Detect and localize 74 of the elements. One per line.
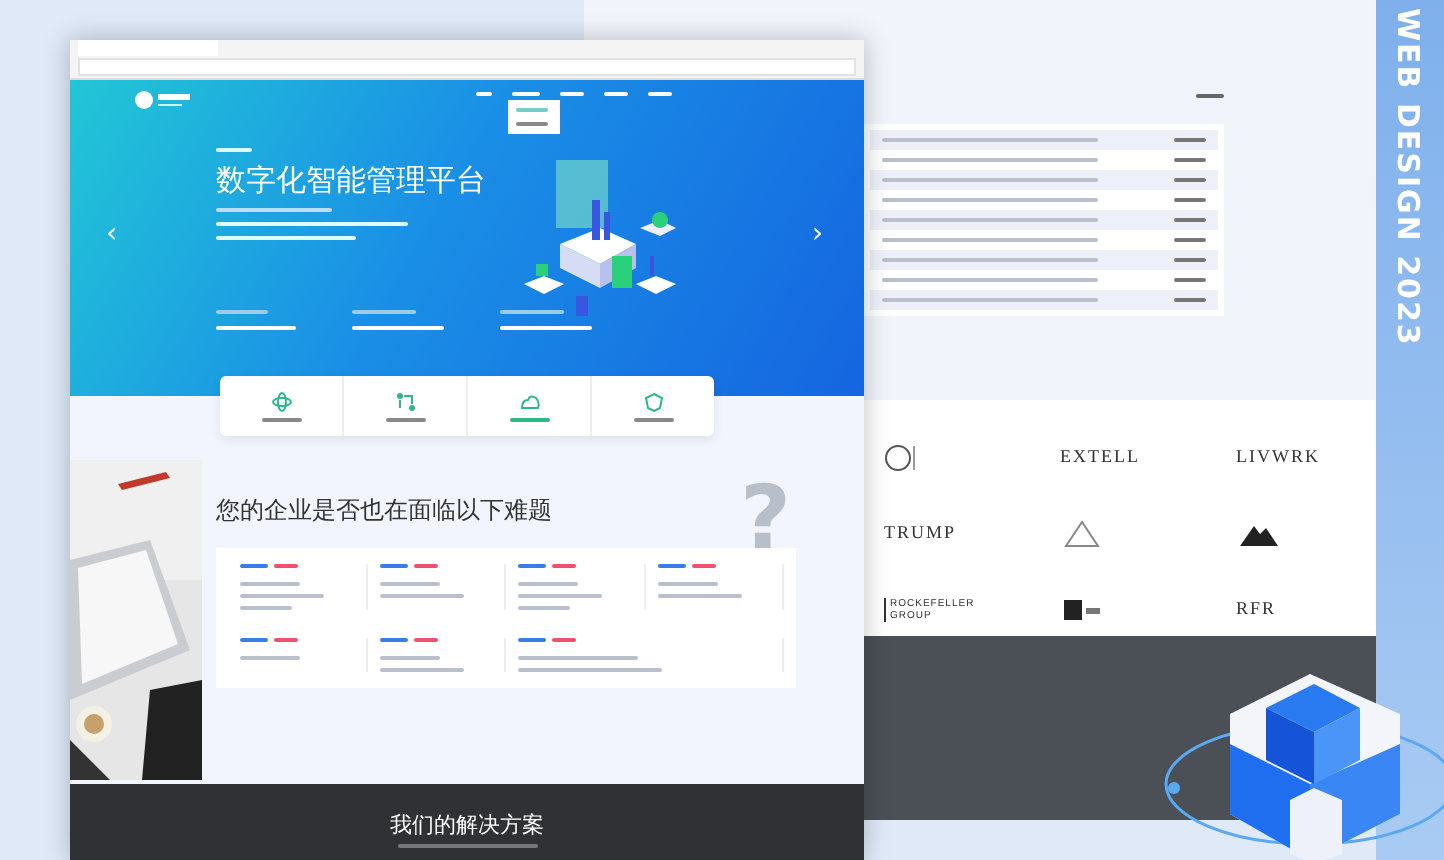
text-line (413, 564, 437, 569)
text-line (518, 564, 546, 569)
text-line (518, 594, 602, 599)
text-line (240, 656, 300, 661)
nav-link[interactable] (604, 92, 628, 96)
brand-logo-icon (134, 90, 190, 110)
shield-icon (643, 391, 663, 411)
text-line (552, 638, 576, 643)
text-line (216, 326, 296, 330)
text-line (1174, 158, 1206, 162)
partner-logo-icon (1060, 594, 1104, 626)
text-line (413, 638, 437, 643)
text-line (657, 582, 717, 587)
text-line (518, 668, 662, 673)
text-line (274, 638, 298, 643)
previous-slide-button[interactable]: ‹ (106, 220, 118, 248)
section-title: 我们的解决方案 (390, 812, 544, 839)
flow-icon (395, 391, 415, 411)
text-line (274, 564, 298, 569)
text-line (240, 606, 292, 611)
text-line (1174, 278, 1206, 282)
text-line (216, 208, 332, 212)
text-line (240, 582, 300, 587)
text-line (1174, 258, 1206, 262)
text-line (379, 656, 439, 661)
text-line (216, 310, 268, 314)
text-line (1196, 94, 1224, 98)
partner-logo: TRUMP (884, 520, 959, 547)
text-line (352, 326, 444, 330)
text-line (516, 108, 548, 112)
text-line (518, 656, 638, 661)
text-line (552, 564, 576, 569)
partner-logo: RFR (1236, 596, 1279, 623)
next-slide-button[interactable]: › (812, 220, 824, 248)
nav-link[interactable] (512, 92, 540, 96)
nav-link[interactable] (560, 92, 584, 96)
side-label: WEB DESIGN 2023 (1390, 8, 1428, 347)
text-line (1174, 198, 1206, 202)
text-line (691, 564, 715, 569)
text-line (1174, 138, 1206, 142)
text-line (216, 148, 252, 152)
decor-glyph: ? (740, 476, 792, 564)
text-line (500, 310, 564, 314)
text-line (518, 606, 570, 611)
text-line (216, 236, 356, 240)
address-bar[interactable] (78, 58, 856, 76)
partner-logo: LIVWRK (1236, 444, 1322, 471)
atom-icon (271, 391, 291, 411)
text-line (352, 310, 416, 314)
nav-link[interactable] (648, 92, 672, 96)
text-line (240, 638, 268, 643)
nav-link[interactable] (476, 92, 492, 96)
text-line (1174, 298, 1206, 302)
text-line (1174, 238, 1206, 242)
text-line (1174, 178, 1206, 182)
text-line (379, 594, 463, 599)
text-line (240, 564, 268, 569)
text-line (379, 638, 407, 643)
text-line (657, 564, 685, 569)
text-line (657, 594, 741, 599)
text-line (518, 638, 546, 643)
section-title: 您的企业是否也在面临以下难题 (216, 496, 554, 525)
partner-logo: EXTELL (1060, 444, 1142, 471)
hero-title: 数字化智能管理平台 (216, 162, 486, 198)
partner-logo-icon (1060, 518, 1104, 550)
text-line (518, 582, 578, 587)
cloud-icon (519, 391, 539, 411)
text-line (500, 326, 592, 330)
text-line (379, 582, 439, 587)
text-line (516, 122, 548, 126)
text-line (379, 564, 407, 569)
text-line (240, 594, 324, 599)
text-line (379, 668, 463, 673)
text-line (1174, 218, 1206, 222)
